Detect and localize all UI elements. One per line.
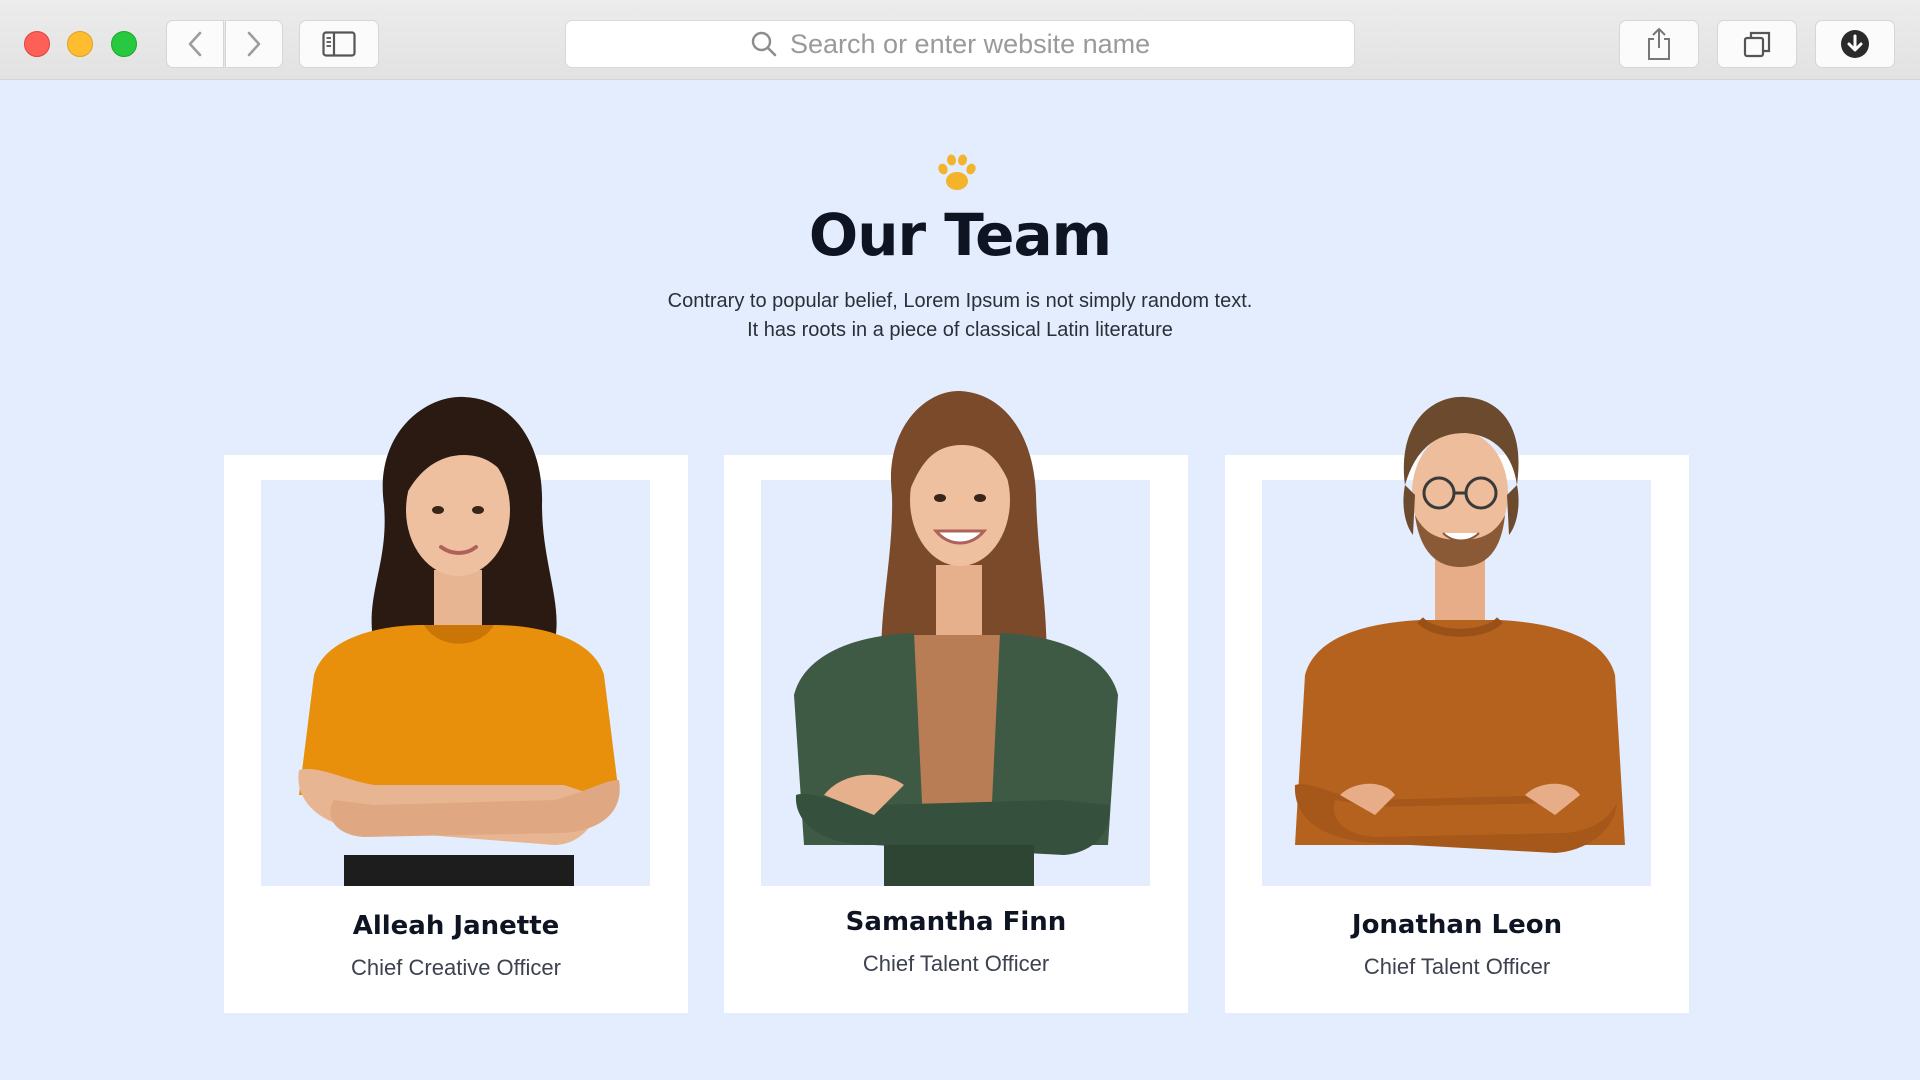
- subtitle-line-2: It has roots in a piece of classical Lat…: [747, 319, 1173, 341]
- section-subtitle: Contrary to popular belief, Lorem Ipsum …: [560, 287, 1360, 345]
- chevron-right-icon: [247, 31, 261, 57]
- member-role: Chief Talent Officer: [862, 951, 1050, 976]
- section-title: Our Team: [808, 201, 1112, 269]
- browser-toolbar: [0, 0, 1920, 80]
- address-input[interactable]: [790, 26, 1170, 62]
- team-section: Our Team Contrary to popular belief, Lor…: [0, 81, 1920, 1080]
- window-minimize-button[interactable]: [67, 31, 93, 57]
- team-card[interactable]: Samantha Finn Chief Talent Officer: [724, 390, 1188, 1013]
- back-button[interactable]: [166, 20, 224, 68]
- sidebar-toggle-button[interactable]: [299, 20, 379, 68]
- member-role: Chief Creative Officer: [351, 955, 561, 980]
- downloads-button[interactable]: [1815, 20, 1895, 68]
- share-button[interactable]: [1619, 20, 1699, 68]
- member-name: Alleah Janette: [352, 911, 560, 941]
- chevron-left-icon: [188, 31, 202, 57]
- window-close-button[interactable]: [24, 31, 50, 57]
- address-bar[interactable]: [565, 20, 1355, 68]
- search-icon: [751, 31, 777, 57]
- team-member-photo: [724, 375, 1188, 886]
- share-icon: [1648, 28, 1670, 60]
- forward-button[interactable]: [225, 20, 283, 68]
- tab-overview-button[interactable]: [1717, 20, 1797, 68]
- paw-icon: [938, 154, 976, 190]
- member-name: Samantha Finn: [845, 907, 1067, 937]
- team-card[interactable]: Alleah Janette Chief Creative Officer: [224, 396, 688, 1013]
- team-card[interactable]: Jonathan Leon Chief Talent Officer: [1225, 396, 1689, 1013]
- window-zoom-button[interactable]: [111, 31, 137, 57]
- team-member-photo: [224, 375, 688, 886]
- subtitle-line-1: Contrary to popular belief, Lorem Ipsum …: [667, 290, 1253, 312]
- sidebar-icon: [322, 31, 356, 57]
- member-role: Chief Talent Officer: [1363, 954, 1551, 979]
- member-name: Jonathan Leon: [1351, 910, 1563, 940]
- team-member-photo: [1225, 375, 1689, 886]
- tabs-overview-icon: [1743, 31, 1771, 58]
- download-icon: [1841, 30, 1869, 58]
